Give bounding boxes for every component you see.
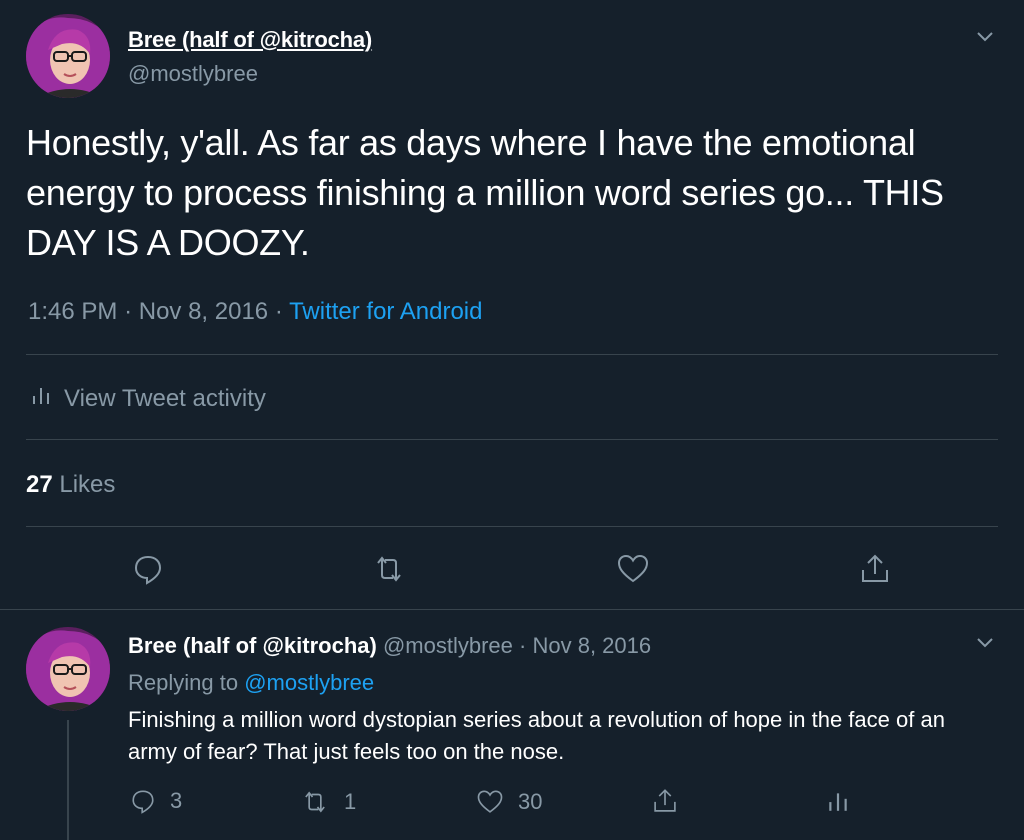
- separator-dot: ·: [124, 298, 133, 325]
- chevron-down-icon[interactable]: [973, 630, 997, 654]
- thread-line: [67, 720, 69, 840]
- separator-dot: ·: [274, 298, 283, 325]
- heart-icon: [477, 790, 503, 813]
- reply-date[interactable]: Nov 8, 2016: [532, 633, 651, 658]
- retweet-count: 1: [344, 789, 357, 814]
- heart-icon: [617, 554, 649, 583]
- reply-count: 3: [170, 788, 183, 813]
- activity-label: View Tweet activity: [64, 384, 266, 412]
- reply-like-button[interactable]: 30: [476, 788, 542, 816]
- view-tweet-activity[interactable]: View Tweet activity: [30, 384, 266, 413]
- share-button[interactable]: [857, 551, 893, 587]
- like-button[interactable]: [615, 551, 651, 587]
- tweet-text: Honestly, y'all. As far as days where I …: [26, 122, 944, 263]
- divider: [26, 439, 998, 440]
- divider: [26, 354, 998, 355]
- separator-dot: ·: [519, 633, 527, 658]
- reply-analytics-button[interactable]: [826, 788, 850, 814]
- retweet-button[interactable]: [371, 551, 407, 587]
- tweet-time[interactable]: 1:46 PM: [28, 298, 117, 325]
- tweet-date[interactable]: Nov 8, 2016: [139, 298, 268, 325]
- likes-count: 27: [26, 471, 53, 498]
- reply-button[interactable]: [130, 551, 166, 587]
- author-handle[interactable]: @mostlybree: [128, 61, 258, 87]
- author-name[interactable]: Bree (half of @kitrocha): [128, 27, 372, 53]
- reply-header: Bree (half of @kitrocha) @mostlybree · N…: [128, 633, 651, 659]
- share-icon: [862, 554, 888, 582]
- likes-summary[interactable]: 27 Likes: [26, 471, 115, 499]
- reply-retweet-button[interactable]: 1: [300, 787, 356, 817]
- divider: [26, 526, 998, 527]
- reply-reply-button[interactable]: 3: [130, 788, 182, 814]
- avatar[interactable]: [26, 14, 110, 98]
- analytics-icon: [829, 793, 847, 811]
- reply-author-name[interactable]: Bree (half of @kitrocha): [128, 633, 377, 658]
- tweet-source[interactable]: Twitter for Android: [289, 298, 482, 325]
- reply-icon: [132, 790, 154, 814]
- divider: [0, 609, 1024, 610]
- reply-share-button[interactable]: [651, 787, 679, 815]
- like-count: 30: [518, 789, 543, 814]
- likes-label: Likes: [59, 471, 116, 498]
- share-icon: [654, 789, 676, 812]
- replying-to-handle[interactable]: @mostlybree: [244, 670, 374, 695]
- analytics-icon: [30, 384, 52, 413]
- reply-avatar[interactable]: [26, 627, 110, 711]
- reply-text: Finishing a million word dystopian serie…: [128, 707, 945, 764]
- replying-to: Replying to @mostlybree: [128, 670, 374, 696]
- reply-icon: [134, 555, 162, 585]
- tweet-meta: 1:46 PM · Nov 8, 2016 · Twitter for Andr…: [28, 298, 482, 326]
- chevron-down-icon[interactable]: [973, 24, 997, 48]
- retweet-icon: [305, 791, 325, 813]
- replying-prefix: Replying to: [128, 670, 239, 695]
- retweet-icon: [377, 556, 401, 582]
- reply-author-handle[interactable]: @mostlybree: [383, 633, 513, 658]
